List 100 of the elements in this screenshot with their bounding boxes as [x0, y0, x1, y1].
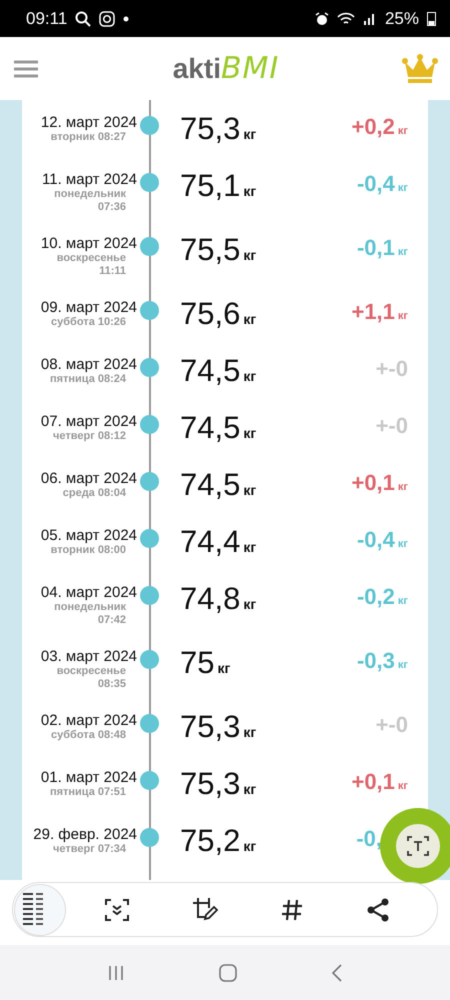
entry-weekday-time: вторник 08:00 — [50, 544, 126, 557]
entry-date: 05. март 2024 — [40, 527, 137, 544]
weight-unit: кг — [243, 183, 256, 199]
weight-change: -0,4 — [356, 527, 395, 553]
timeline-dot — [140, 116, 159, 135]
entry-date: 02. март 2024 — [40, 712, 137, 729]
weight-unit: кг — [243, 838, 256, 854]
weight-value: 75 — [180, 645, 214, 681]
entry-date: 06. март 2024 — [40, 470, 137, 487]
change-unit: кг — [398, 125, 408, 137]
timeline-dot — [140, 173, 159, 192]
change-unit: кг — [398, 595, 408, 607]
screenshot-thumbnail[interactable] — [14, 884, 66, 936]
weight-unit: кг — [243, 311, 256, 327]
home-icon[interactable] — [219, 964, 237, 982]
text-scan-icon — [406, 834, 430, 858]
timeline-dot — [140, 586, 159, 605]
weight-change: +0,1 — [351, 769, 395, 795]
weight-unit: кг — [243, 368, 256, 384]
signal-icon — [362, 12, 377, 26]
weight-unit: кг — [243, 539, 256, 555]
app-logo: aktiBMI — [172, 51, 280, 86]
entry-weekday-time: понедельник 07:42 — [53, 601, 126, 627]
entry-weekday-time: среда 08:04 — [62, 487, 126, 500]
weight-value: 75,6 — [180, 296, 240, 332]
timeline-dot — [140, 714, 159, 733]
weight-value: 74,5 — [180, 410, 240, 446]
weight-change: +0,1 — [351, 470, 395, 496]
dot-icon — [123, 16, 130, 22]
status-time: 09:11 — [26, 8, 68, 28]
entry-weekday-time: вторник 08:27 — [50, 131, 126, 144]
weight-value: 74,8 — [180, 581, 240, 617]
entry-weekday-time: суббота 10:26 — [51, 316, 126, 329]
entry-weekday-time: воскресенье 11:11 — [56, 252, 126, 278]
search-icon — [75, 10, 92, 26]
entry-weekday-time: четверг 08:12 — [53, 430, 126, 443]
entry-weekday-time: суббота 08:48 — [51, 729, 126, 742]
weight-unit: кг — [243, 247, 256, 263]
entry-date: 03. март 2024 — [40, 648, 137, 665]
change-unit: кг — [398, 780, 408, 792]
weight-unit: кг — [243, 781, 256, 797]
battery-icon — [427, 11, 436, 26]
weight-unit: кг — [243, 425, 256, 441]
back-icon[interactable] — [331, 964, 343, 982]
change-unit: кг — [398, 659, 408, 671]
timeline-dot — [140, 828, 159, 847]
timeline-dot — [140, 771, 159, 790]
weight-unit: кг — [243, 482, 256, 498]
timeline-dot — [140, 358, 159, 377]
timeline-dot — [140, 650, 159, 669]
weight-unit: кг — [217, 660, 230, 676]
weight-change: -0,3 — [356, 648, 395, 674]
entry-date: 08. март 2024 — [40, 356, 137, 373]
timeline-dot — [140, 237, 159, 256]
weight-value: 75,3 — [180, 111, 240, 147]
entry-weekday-time: воскресенье 08:35 — [56, 665, 126, 691]
entry-date: 01. март 2024 — [40, 769, 137, 786]
weight-value: 75,5 — [180, 232, 240, 268]
battery-percent: 25% — [384, 8, 419, 28]
timeline-dot — [140, 301, 159, 320]
weight-unit: кг — [243, 596, 256, 612]
weight-value: 75,3 — [180, 766, 240, 802]
entry-date: 09. март 2024 — [40, 299, 137, 316]
entry-date: 12. март 2024 — [40, 114, 137, 131]
weight-value: 74,5 — [180, 353, 240, 389]
weight-change: -0, — [356, 826, 382, 852]
wifi-icon — [336, 12, 355, 26]
menu-icon[interactable] — [14, 60, 38, 78]
recent-apps-icon[interactable] — [107, 964, 125, 982]
timeline-dot — [140, 529, 159, 548]
entry-date: 07. март 2024 — [40, 413, 137, 430]
weight-change: +0,2 — [351, 114, 395, 140]
weight-value: 75,1 — [180, 168, 240, 204]
weight-value: 75,2 — [180, 823, 240, 859]
timeline-dot — [140, 415, 159, 434]
change-unit: кг — [398, 310, 408, 322]
weight-change: -0,2 — [356, 584, 395, 610]
weight-value: 74,4 — [180, 524, 240, 560]
alarm-icon — [314, 12, 329, 26]
weight-change: -0,4 — [356, 171, 395, 197]
weight-value: 75,3 — [180, 709, 240, 745]
change-unit: кг — [398, 538, 408, 550]
entry-weekday-time: понедельник 07:36 — [53, 188, 126, 214]
entry-weekday-time: четверг 07:34 — [53, 843, 126, 856]
entry-date: 29. февр. 2024 — [33, 826, 137, 843]
entry-date: 04. март 2024 — [40, 584, 137, 601]
weight-change: -0,1 — [356, 235, 395, 261]
change-unit: кг — [398, 481, 408, 493]
weight-unit: кг — [243, 126, 256, 142]
instagram-icon — [99, 10, 116, 26]
entry-weekday-time: пятница 08:24 — [50, 373, 126, 386]
change-unit: кг — [398, 182, 408, 194]
entry-date: 11. март 2024 — [42, 171, 137, 188]
change-unit: кг — [398, 246, 408, 258]
entry-weekday-time: пятница 07:51 — [50, 786, 126, 799]
weight-change: +1,1 — [351, 299, 395, 325]
weight-unit: кг — [243, 724, 256, 740]
weight-value: 74,5 — [180, 467, 240, 503]
timeline-dot — [140, 472, 159, 491]
entry-date: 10. март 2024 — [40, 235, 137, 252]
